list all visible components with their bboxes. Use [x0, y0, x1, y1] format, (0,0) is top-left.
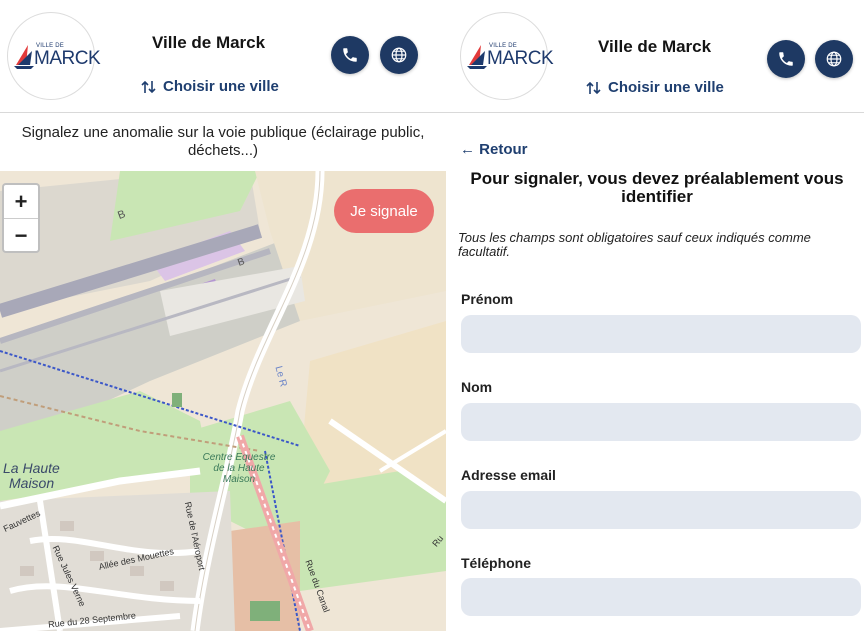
zoom-out-button[interactable]: − — [4, 218, 38, 252]
app-header: VILLE DE MARCK Ville de Marck Choisir un… — [0, 0, 446, 113]
phone-button[interactable] — [331, 36, 369, 74]
lastname-label: Nom — [461, 379, 493, 395]
map-label-la-haute-2: Maison — [9, 475, 55, 491]
globe-icon — [391, 47, 407, 63]
form-note: Tous les champs sont obligatoires sauf c… — [458, 230, 811, 259]
phone-button-right[interactable] — [767, 40, 805, 78]
logo-content: VILLE DE MARCK — [12, 41, 101, 71]
website-button[interactable] — [380, 36, 418, 74]
back-link[interactable]: ← Retour — [460, 141, 528, 158]
email-label: Adresse email — [461, 467, 556, 483]
phone-field[interactable] — [461, 578, 861, 616]
website-button-right[interactable] — [815, 40, 853, 78]
map-label-centre-3: Maison — [222, 474, 256, 485]
sort-arrows-icon — [586, 81, 601, 94]
map-label-la-haute-1: La Haute — [3, 460, 60, 476]
choose-city-link-right[interactable]: Choisir une ville — [586, 79, 724, 96]
marck-logo-right[interactable]: VILLE DE MARCK — [460, 12, 554, 100]
right-panel: VILLE DE MARCK Ville de Marck Choisir un… — [446, 0, 864, 631]
firstname-label: Prénom — [461, 291, 514, 307]
choose-city-link[interactable]: Choisir une ville — [141, 78, 279, 95]
intro-text: Signalez une anomalie sur la voie publiq… — [21, 124, 425, 159]
logo-text: MARCK — [34, 48, 101, 69]
globe-icon — [826, 51, 842, 67]
lastname-field[interactable] — [461, 403, 861, 441]
sail-logo-icon — [14, 45, 34, 69]
map-label-centre-equestre: Centre Equestre de la Haute Maison — [194, 452, 284, 485]
map-label-centre-1: Centre Equestre — [202, 452, 276, 463]
left-panel: VILLE DE MARCK Ville de Marck Choisir un… — [0, 0, 446, 631]
map-view[interactable]: B B Le R La Haute Maison Centre Equestre… — [0, 171, 446, 631]
sort-arrows-icon — [141, 80, 156, 93]
app-header-right: VILLE DE MARCK Ville de Marck Choisir un… — [446, 0, 864, 113]
city-name: Ville de Marck — [152, 33, 266, 52]
map-label-centre-2: de la Haute — [213, 463, 265, 474]
sail-logo-icon — [467, 45, 487, 69]
marck-logo[interactable]: VILLE DE MARCK — [7, 12, 101, 100]
phone-label: Téléphone — [461, 555, 532, 571]
firstname-field[interactable] — [461, 315, 861, 353]
choose-city-label: Choisir une ville — [163, 78, 279, 95]
zoom-control: + − — [2, 183, 40, 253]
zoom-in-button[interactable]: + — [4, 185, 38, 218]
choose-city-label-right: Choisir une ville — [608, 79, 724, 96]
map-label-la-haute: La Haute Maison — [3, 461, 60, 491]
logo-text-right: MARCK — [487, 48, 554, 69]
city-name-right: Ville de Marck — [598, 37, 712, 56]
form-title: Pour signaler, vous devez préalablement … — [470, 169, 844, 206]
report-button[interactable]: Je signale — [334, 189, 434, 233]
phone-icon — [779, 52, 793, 66]
phone-icon — [343, 48, 357, 62]
logo-content-right: VILLE DE MARCK — [465, 41, 554, 71]
email-field[interactable] — [461, 491, 861, 529]
